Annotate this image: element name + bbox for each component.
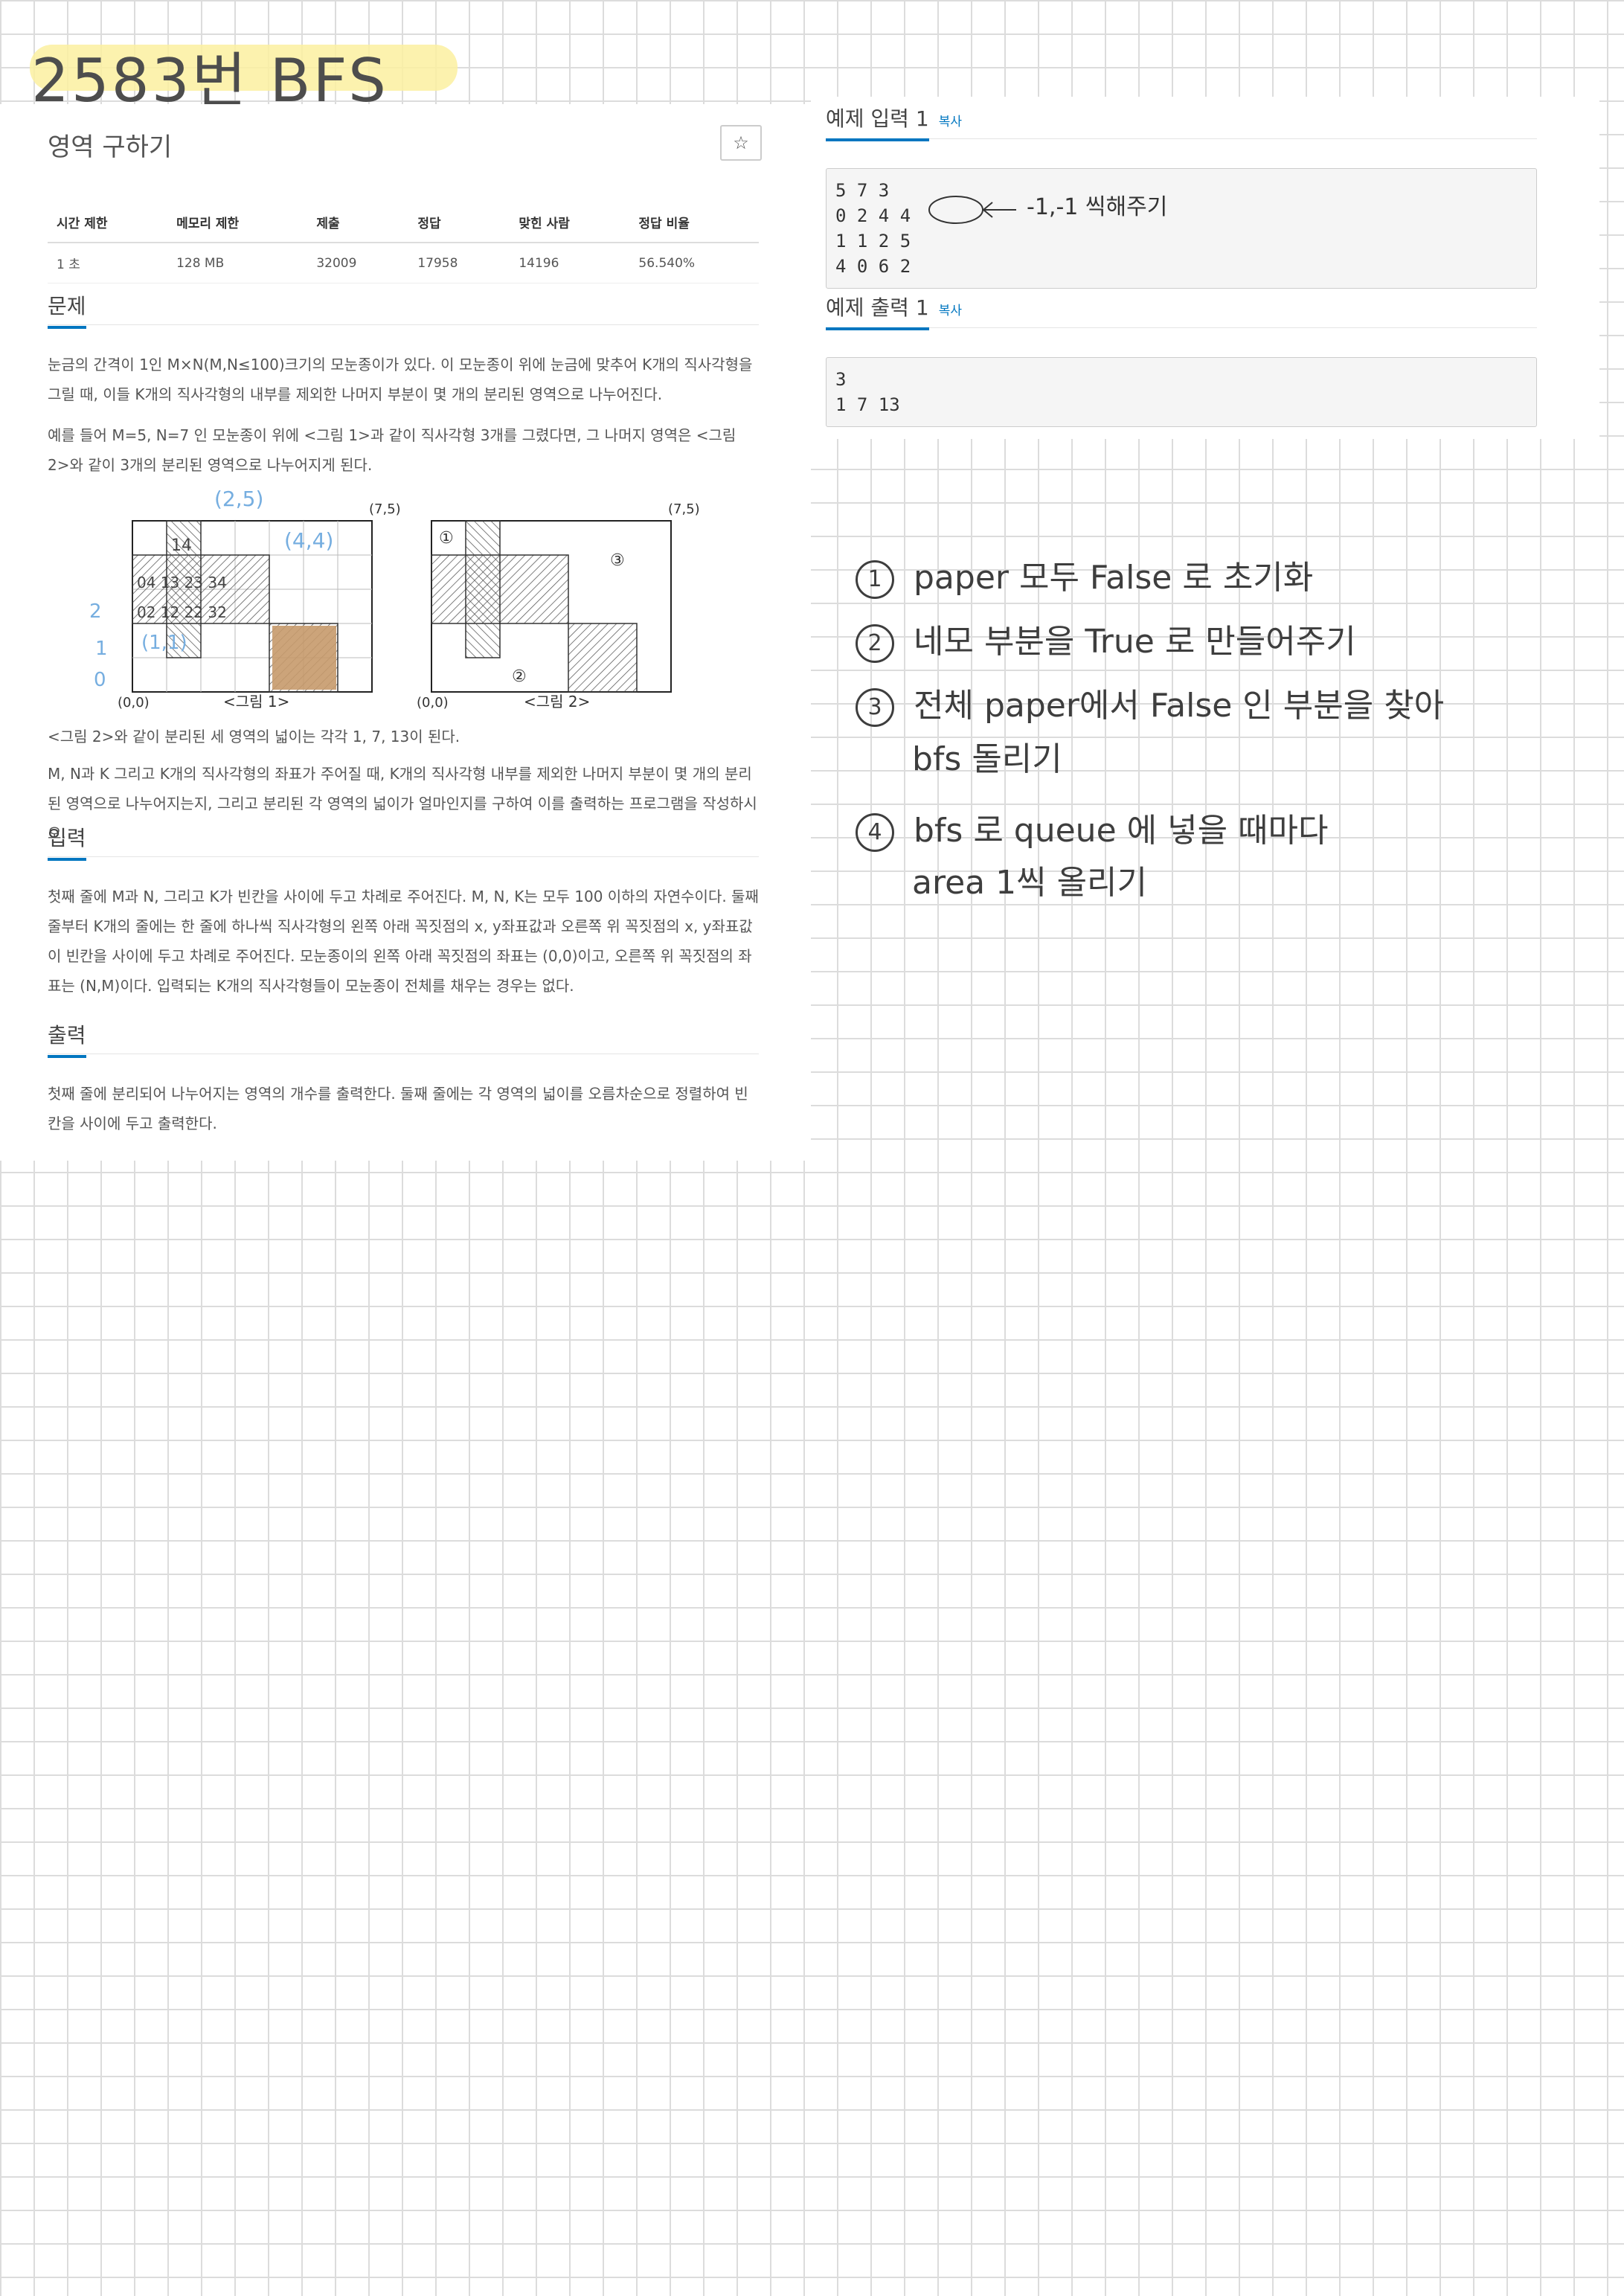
table-cell: 56.540% (629, 243, 759, 283)
note-3: 3 전체 paper에서 False 인 부분을 찾아 (856, 679, 1444, 727)
problem-title: 영역 구하기 (48, 132, 173, 162)
section-problem-heading: 문제 (48, 290, 759, 329)
sample-output-box: 3 1 7 13 (826, 357, 1537, 427)
table-header: 정답 비율 (629, 202, 759, 243)
table-row: 1 초 128 MB 32009 17958 14196 56.540% (48, 243, 759, 283)
table-header: 맞힌 사람 (510, 202, 630, 243)
corner-label: (7,5) (668, 501, 700, 517)
origin-label: (0,0) (417, 695, 449, 711)
note-number: 3 (856, 688, 894, 727)
hand-note: (2,5) (214, 487, 263, 511)
section-heading: 출력 (48, 1019, 86, 1058)
table-cell: 14196 (510, 243, 630, 283)
copy-output-link[interactable]: 복사 (939, 304, 962, 318)
origin-label: (0,0) (118, 695, 150, 711)
sample-input-heading: 예제 입력 1 복사 (826, 103, 1537, 141)
table-header: 정답 (408, 202, 510, 243)
table-cell: 128 MB (167, 243, 308, 283)
table-header: 메모리 제한 (167, 202, 308, 243)
region-label: ③ (610, 551, 625, 570)
output-description: 첫째 줄에 분리되어 나누어지는 영역의 개수를 출력한다. 둘째 줄에는 각 … (48, 1085, 748, 1132)
hand-note: 14 (171, 536, 192, 555)
note-number: 2 (856, 624, 894, 663)
hand-note: 2 (89, 600, 102, 623)
sample-input-title: 예제 입력 1 (826, 103, 929, 141)
region-label: ② (512, 667, 527, 686)
hand-note: 1 (95, 638, 108, 660)
note-4-continued: area 1씩 올리기 (912, 856, 1147, 903)
hand-note: 0 (94, 669, 106, 691)
note-text: area 1씩 올리기 (912, 864, 1148, 902)
table-cell: 1 초 (48, 243, 168, 283)
input-annotation-marks: -1,-1 씩해주기 (928, 194, 1167, 224)
note-text: paper 모두 False 로 초기화 (914, 559, 1314, 597)
note-4: 4 bfs 로 queue 에 넣을 때마다 (856, 804, 1328, 852)
problem-paragraph-1: 눈금의 간격이 1인 M×N(M,N≤100)크기의 모눈종이가 있다. 이 모… (48, 356, 753, 403)
note-1: 1 paper 모두 False 로 초기화 (856, 551, 1313, 599)
star-icon: ☆ (733, 132, 749, 153)
corner-label: (7,5) (369, 501, 401, 517)
section-input-heading: 입력 (48, 822, 759, 861)
note-number: 1 (856, 560, 894, 599)
note-2: 2 네모 부분을 True 로 만들어주기 (856, 615, 1356, 663)
copy-input-link[interactable]: 복사 (939, 115, 962, 129)
region-label: ① (439, 529, 454, 548)
note-number: 4 (856, 813, 894, 852)
table-header: 제출 (307, 202, 409, 243)
note-3-continued: bfs 돌리기 (912, 732, 1062, 780)
problem-figure: (0,0) (7,5) <그림 1> (2,5) (4,4) (1,1) 2 1… (89, 487, 700, 711)
note-text: bfs 로 queue 에 넣을 때마다 (914, 812, 1329, 850)
problem-paragraph-3: <그림 2>와 같이 분리된 세 영역의 넓이는 각각 1, 7, 13이 된다… (48, 728, 460, 745)
hand-note: 04 13 23 34 (137, 574, 227, 591)
hand-note: (1,1) (141, 632, 187, 654)
section-output-heading: 출력 (48, 1019, 759, 1058)
note-text: 전체 paper에서 False 인 부분을 찾아 (914, 687, 1445, 725)
figure-2-caption: <그림 2> (524, 693, 590, 711)
table-header: 시간 제한 (48, 202, 168, 243)
sample-output-heading: 예제 출력 1 복사 (826, 292, 1537, 330)
figure-1: (0,0) (7,5) <그림 1> (2,5) (4,4) (1,1) 2 1… (89, 487, 401, 711)
problem-info-table: 시간 제한 메모리 제한 제출 정답 맞힌 사람 정답 비율 1 초 128 M… (48, 202, 759, 283)
input-description: 첫째 줄에 M과 N, 그리고 K가 빈칸을 사이에 두고 차례로 주어진다. … (48, 888, 759, 995)
note-text: 네모 부분을 True 로 만들어주기 (914, 623, 1356, 661)
figure-2: ① ② ③ (0,0) (7,5) <그림 2> (417, 501, 700, 711)
hand-note: (4,4) (284, 528, 333, 553)
sample-output-title: 예제 출력 1 (826, 292, 929, 330)
table-cell: 17958 (408, 243, 510, 283)
sample-panel: 예제 입력 1 복사 5 7 3 0 2 4 4 1 1 2 5 4 0 6 2… (811, 97, 1599, 439)
table-header-row: 시간 제한 메모리 제한 제출 정답 맞힌 사람 정답 비율 (48, 202, 759, 243)
sample-line: 1 7 13 (835, 394, 900, 415)
figure-1-caption: <그림 1> (223, 693, 289, 711)
input-annotation: -1,-1 씩해주기 (1027, 194, 1167, 220)
star-button[interactable]: ☆ (720, 125, 762, 161)
problem-paragraph-2: 예를 들어 M=5, N=7 인 모눈종이 위에 <그림 1>과 같이 직사각형… (48, 426, 736, 474)
section-heading: 입력 (48, 822, 86, 861)
hand-note: 02 12 22 32 (137, 603, 227, 621)
note-text: bfs 돌리기 (912, 740, 1062, 778)
section-heading: 문제 (48, 290, 86, 329)
sample-line: 3 (835, 369, 847, 390)
problem-panel: 영역 구하기 ☆ 시간 제한 메모리 제한 제출 정답 맞힌 사람 정답 비율 … (0, 104, 811, 1161)
table-cell: 32009 (307, 243, 409, 283)
sample-line: 4 0 6 2 (835, 256, 911, 277)
